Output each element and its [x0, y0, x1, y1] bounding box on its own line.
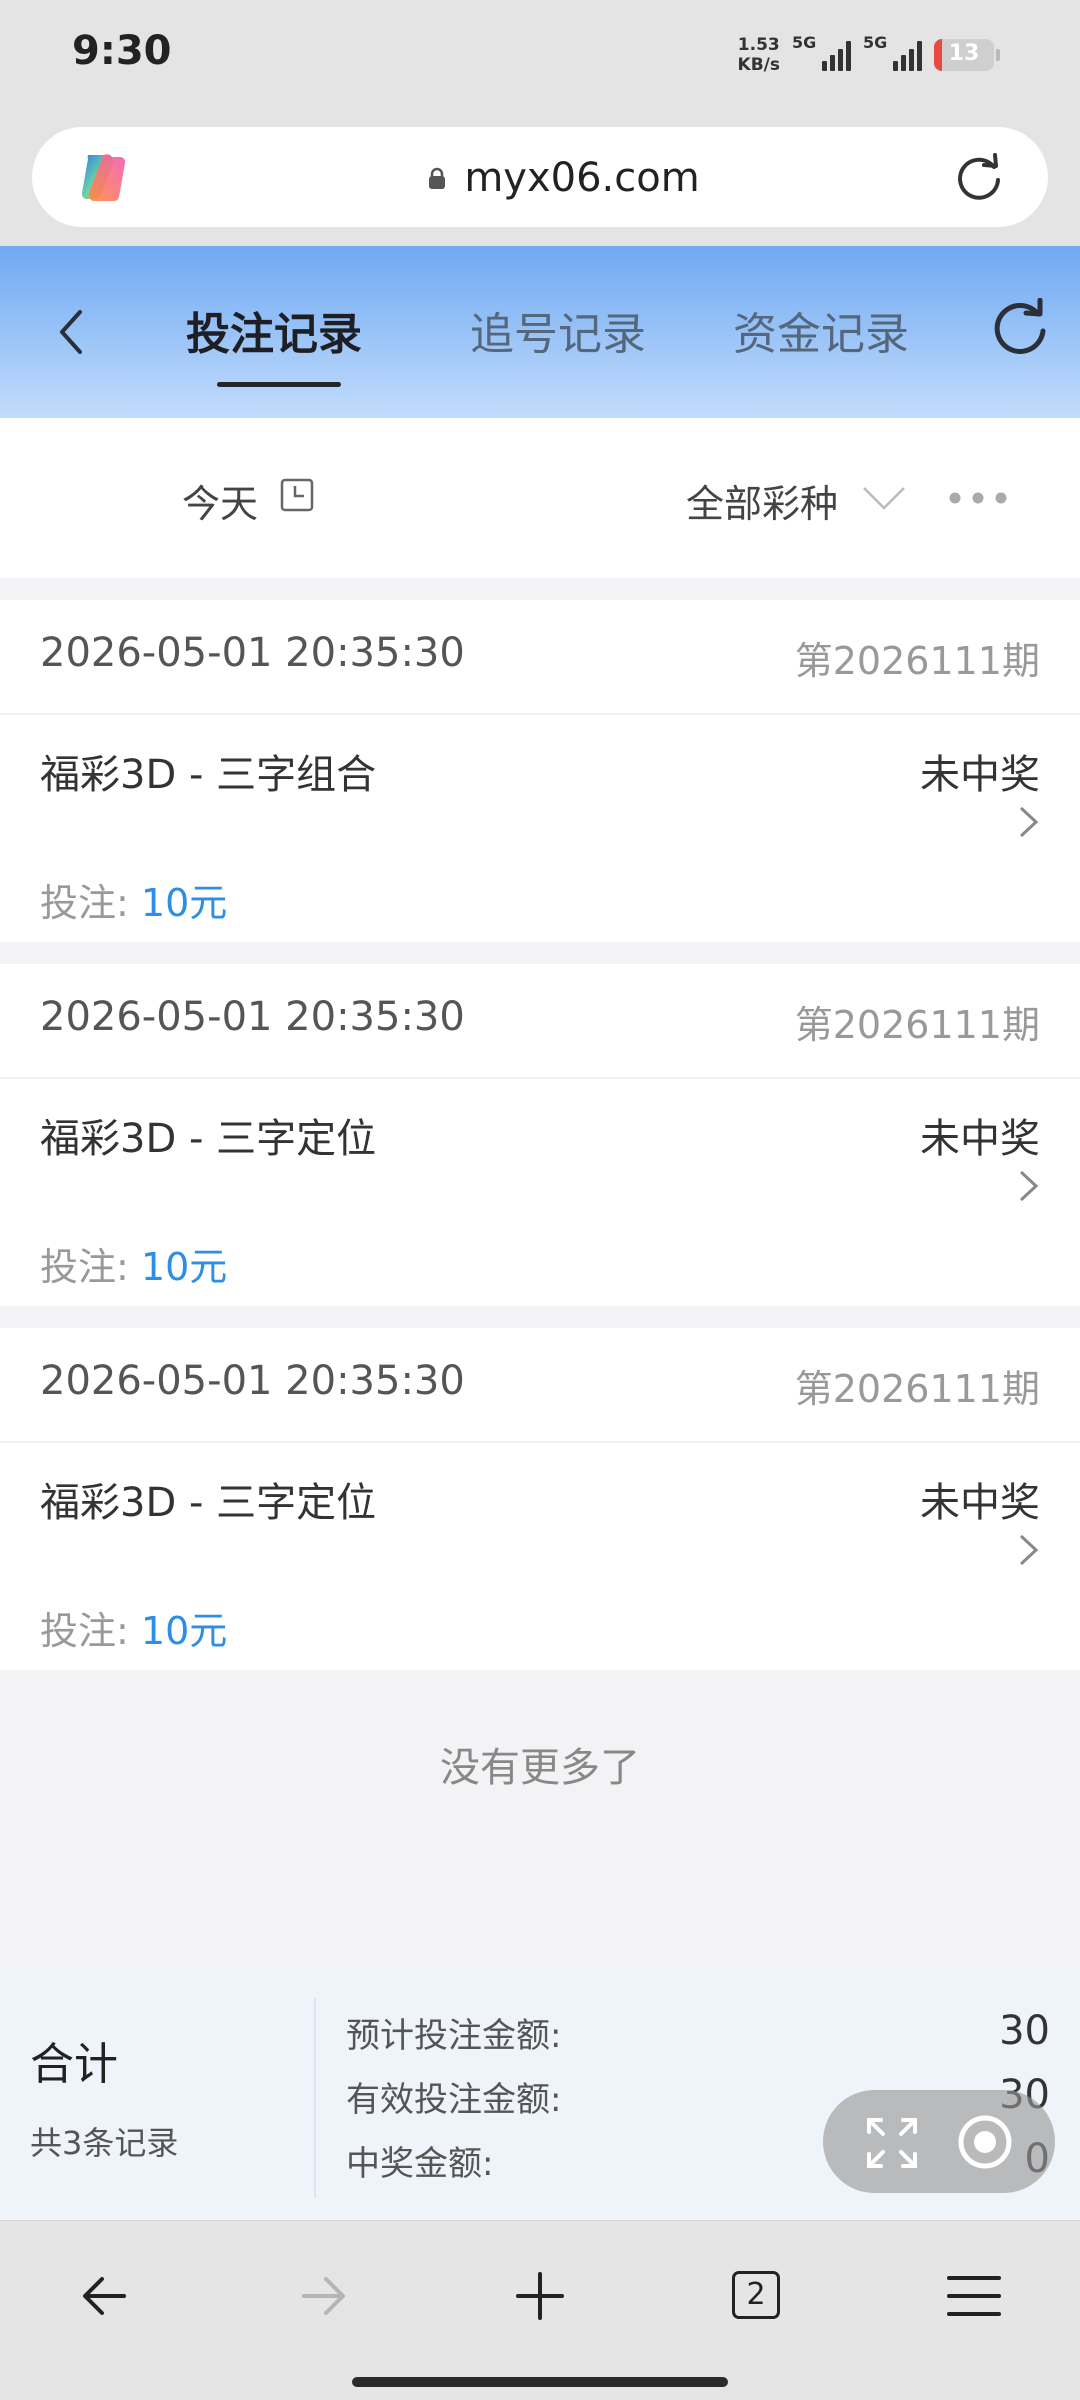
record-time: 2026-05-01 20:35:30 — [40, 994, 465, 1040]
refresh-icon[interactable] — [990, 298, 1050, 358]
tab-chase-records[interactable]: 追号记录 — [470, 298, 646, 362]
record-status: 未中奖 — [920, 1480, 1040, 1526]
bet-label: 投注: — [40, 1609, 141, 1653]
divider — [0, 713, 1080, 715]
record-card[interactable]: 2026-05-01 20:35:30 第2026111期 福彩3D - 三字定… — [0, 964, 1080, 1306]
record-issue: 第2026111期 — [794, 1003, 1040, 1047]
summary-label: 预计投注金额: — [346, 2016, 562, 2056]
record-time: 2026-05-01 20:35:30 — [40, 1358, 465, 1404]
home-indicator[interactable] — [352, 2377, 728, 2387]
filter-bar: 今天 全部彩种 — [0, 418, 1080, 578]
bet-amount: 10元 — [140, 1609, 228, 1653]
battery-icon: 13 — [934, 39, 994, 71]
reload-icon[interactable] — [954, 153, 1004, 203]
network-speed-unit: KB/s — [737, 55, 780, 75]
no-more-text: 没有更多了 — [440, 1745, 640, 1791]
target-icon[interactable] — [957, 2114, 1013, 2170]
record-status: 未中奖 — [920, 752, 1040, 798]
summary-divider — [314, 1998, 316, 2198]
url-text[interactable]: myx06.com — [442, 155, 722, 201]
more-icon[interactable] — [948, 490, 1008, 506]
tab-fund-records[interactable]: 资金记录 — [733, 298, 909, 362]
copilot-logo-icon[interactable] — [76, 149, 132, 205]
status-time: 9:30 — [72, 28, 172, 74]
forward-arrow-icon[interactable] — [292, 2266, 352, 2326]
menu-icon[interactable] — [944, 2266, 1004, 2326]
tab-bet-records[interactable]: 投注记录 — [186, 298, 362, 362]
back-icon[interactable] — [52, 304, 92, 360]
record-game: 福彩3D - 三字定位 — [40, 1480, 377, 1526]
date-filter[interactable]: 今天 — [182, 473, 258, 528]
network-type-2: 5G — [863, 33, 888, 52]
summary-row-expected: 预计投注金额: 30 — [346, 2008, 1050, 2057]
lottery-type-filter[interactable]: 全部彩种 — [686, 473, 838, 528]
summary-title: 合计 — [30, 2039, 118, 2090]
browser-bottom-nav: 2 — [0, 2220, 1080, 2400]
chevron-right-icon[interactable] — [1018, 805, 1040, 839]
summary-value: 30 — [999, 2008, 1050, 2054]
bet-amount: 10元 — [140, 1245, 228, 1289]
active-tab-indicator — [217, 382, 341, 387]
tabs-count-icon[interactable]: 2 — [732, 2271, 780, 2319]
signal-icon: 5G — [792, 33, 851, 71]
record-game: 福彩3D - 三字组合 — [40, 752, 377, 798]
page-header: 投注记录 追号记录 资金记录 — [0, 246, 1080, 418]
bet-amount: 10元 — [140, 881, 228, 925]
chevron-down-icon[interactable] — [862, 486, 906, 510]
chevron-right-icon[interactable] — [1018, 1169, 1040, 1203]
battery-tip — [996, 49, 1000, 61]
record-status: 未中奖 — [920, 1116, 1040, 1162]
network-type-1: 5G — [792, 33, 817, 52]
signal-icon-2: 5G — [863, 33, 922, 71]
summary-label: 中奖金额: — [346, 2144, 494, 2184]
record-bet: 投注: 10元 — [40, 1236, 227, 1291]
network-speed-value: 1.53 — [737, 35, 780, 55]
record-card[interactable]: 2026-05-01 20:35:30 第2026111期 福彩3D - 三字组… — [0, 600, 1080, 942]
chevron-right-icon[interactable] — [1018, 1533, 1040, 1567]
summary-count: 共3条记录 — [30, 2124, 179, 2162]
new-tab-plus-icon[interactable] — [510, 2266, 570, 2326]
battery-level: 13 — [948, 41, 980, 66]
record-issue: 第2026111期 — [794, 639, 1040, 683]
record-issue: 第2026111期 — [794, 1367, 1040, 1411]
bet-label: 投注: — [40, 1245, 141, 1289]
back-arrow-icon[interactable] — [76, 2266, 136, 2326]
bet-label: 投注: — [40, 881, 141, 925]
record-bet: 投注: 10元 — [40, 872, 227, 927]
floating-tool-button[interactable] — [823, 2090, 1055, 2193]
record-card[interactable]: 2026-05-01 20:35:30 第2026111期 福彩3D - 三字定… — [0, 1328, 1080, 1670]
record-bet: 投注: 10元 — [40, 1600, 227, 1655]
summary-label: 有效投注金额: — [346, 2080, 562, 2120]
browser-toolbar: myx06.com — [0, 115, 1080, 246]
divider — [0, 1441, 1080, 1443]
address-bar[interactable]: myx06.com — [32, 127, 1048, 227]
status-bar: 9:30 1.53 KB/s 5G 5G 13 — [0, 0, 1080, 115]
record-time: 2026-05-01 20:35:30 — [40, 630, 465, 676]
expand-icon[interactable] — [865, 2116, 919, 2170]
record-game: 福彩3D - 三字定位 — [40, 1116, 377, 1162]
network-speed: 1.53 KB/s — [738, 35, 780, 75]
calendar-clock-icon[interactable] — [280, 478, 314, 512]
status-icons: 1.53 KB/s 5G 5G 13 — [738, 30, 1000, 80]
divider — [0, 1077, 1080, 1079]
